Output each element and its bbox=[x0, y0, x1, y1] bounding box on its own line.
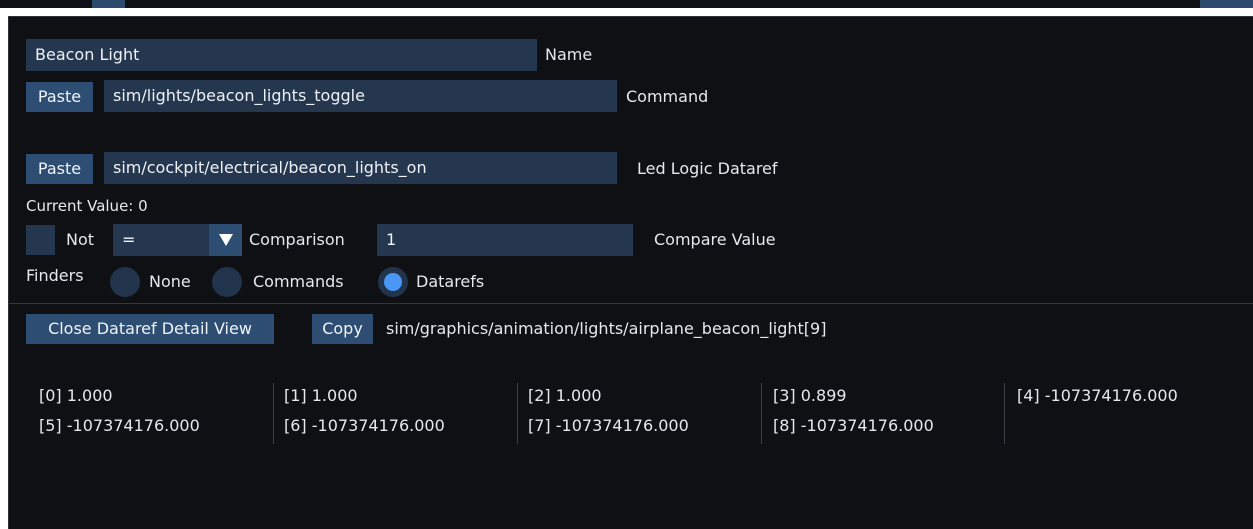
name-label: Name bbox=[545, 45, 593, 64]
finders-label: Finders bbox=[26, 266, 84, 285]
section-divider bbox=[9, 303, 1253, 304]
compare-value-label: Compare Value bbox=[654, 230, 776, 249]
not-label: Not bbox=[66, 230, 95, 249]
current-value-text: Current Value: 0 bbox=[26, 197, 148, 215]
close-detail-view-button[interactable]: Close Dataref Detail View bbox=[26, 314, 274, 344]
operator-value: = bbox=[122, 230, 136, 249]
toolbar-button-fragment[interactable] bbox=[92, 0, 125, 8]
compare-value-input[interactable]: 1 bbox=[377, 224, 633, 256]
paste-command-button[interactable]: Paste bbox=[26, 82, 93, 112]
column-divider bbox=[273, 383, 274, 444]
dataref-path-text: sim/graphics/animation/lights/airplane_b… bbox=[386, 319, 827, 338]
finder-radio-datarefs[interactable] bbox=[378, 267, 408, 297]
value-cell-5: [5] -107374176.000 bbox=[39, 416, 200, 435]
value-cell-1: [1] 1.000 bbox=[284, 386, 358, 405]
value-cell-8: [8] -107374176.000 bbox=[773, 416, 934, 435]
value-cell-7: [7] -107374176.000 bbox=[528, 416, 689, 435]
comparison-label: Comparison bbox=[249, 230, 345, 249]
value-cell-2: [2] 1.000 bbox=[528, 386, 602, 405]
value-cell-3: [3] 0.899 bbox=[773, 386, 847, 405]
paste-dataref-button[interactable]: Paste bbox=[26, 154, 93, 184]
column-divider bbox=[761, 383, 762, 444]
finder-radio-commands[interactable] bbox=[212, 267, 242, 297]
value-cell-6: [6] -107374176.000 bbox=[284, 416, 445, 435]
column-divider bbox=[1004, 383, 1005, 444]
top-toolbar-strip bbox=[0, 0, 1253, 8]
command-label: Command bbox=[626, 87, 709, 106]
led-dataref-label: Led Logic Dataref bbox=[637, 159, 778, 178]
dataref-editor-panel: Beacon Light Name Paste sim/lights/beaco… bbox=[8, 16, 1253, 529]
column-divider bbox=[517, 383, 518, 444]
toolbar-button-fragment-right[interactable] bbox=[1200, 0, 1253, 8]
led-dataref-input[interactable]: sim/cockpit/electrical/beacon_lights_on bbox=[104, 152, 617, 184]
dropdown-arrow-button[interactable] bbox=[209, 224, 242, 256]
value-cell-4: [4] -107374176.000 bbox=[1017, 386, 1178, 405]
dataref-values-grid: [0] 1.000 [5] -107374176.000 [1] 1.000 [… bbox=[9, 377, 1253, 447]
value-cell-0: [0] 1.000 bbox=[39, 386, 113, 405]
finder-option-none: None bbox=[149, 272, 191, 291]
finder-option-commands: Commands bbox=[253, 272, 344, 291]
finder-option-datarefs: Datarefs bbox=[416, 272, 485, 291]
not-checkbox[interactable] bbox=[26, 225, 55, 255]
finder-radio-none[interactable] bbox=[110, 267, 140, 297]
chevron-down-icon bbox=[219, 234, 233, 246]
name-input[interactable]: Beacon Light bbox=[26, 39, 537, 71]
copy-dataref-button[interactable]: Copy bbox=[312, 314, 373, 344]
command-input[interactable]: sim/lights/beacon_lights_toggle bbox=[104, 80, 617, 112]
